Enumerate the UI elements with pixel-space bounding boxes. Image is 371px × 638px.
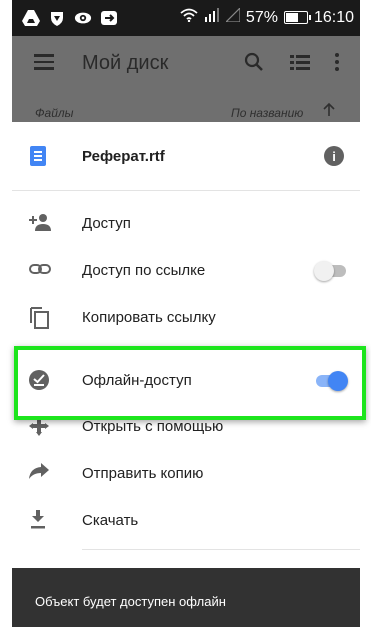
list-view-icon[interactable] bbox=[290, 54, 310, 77]
link-icon bbox=[28, 259, 52, 281]
document-icon bbox=[30, 146, 46, 166]
snackbar: Объект будет доступен офлайн bbox=[12, 568, 360, 627]
device-frame: 57% 16:10 Мой диск Файлы По названию Реф… bbox=[0, 0, 371, 638]
menu-item-label: Открыть с помощью bbox=[82, 418, 224, 435]
shield-icon bbox=[48, 9, 66, 27]
status-bar: 57% 16:10 bbox=[12, 0, 360, 36]
menu-item-share[interactable]: Доступ bbox=[12, 200, 360, 246]
phone-screen: 57% 16:10 Мой диск Файлы По названию Реф… bbox=[12, 0, 360, 627]
wifi-icon bbox=[180, 8, 198, 27]
menu-icon[interactable] bbox=[34, 54, 54, 72]
menu-item-label: Копировать ссылку bbox=[82, 309, 216, 326]
status-right: 57% 16:10 bbox=[180, 6, 354, 27]
drive-icon bbox=[22, 9, 40, 27]
snackbar-text: Объект будет доступен офлайн bbox=[35, 594, 226, 609]
clock: 16:10 bbox=[313, 8, 354, 26]
eye-icon bbox=[74, 9, 92, 27]
menu-item-copy-link[interactable]: Копировать ссылку bbox=[12, 294, 360, 340]
sort-row: Файлы По названию bbox=[12, 92, 360, 122]
file-name: Реферат.rtf bbox=[82, 148, 165, 165]
person-add-icon bbox=[28, 212, 52, 234]
sort-by-name[interactable]: По названию bbox=[231, 106, 303, 120]
menu-item-label: Доступ bbox=[82, 215, 131, 232]
menu-item-send-copy[interactable]: Отправить копию bbox=[12, 450, 360, 496]
cast-icon bbox=[100, 9, 118, 27]
signal-icon bbox=[204, 8, 220, 27]
offline-check-icon bbox=[28, 369, 52, 391]
menu-item-label: Офлайн-доступ bbox=[82, 372, 192, 389]
menu-item-label: Отправить копию bbox=[82, 465, 204, 482]
status-left-icons bbox=[22, 9, 118, 27]
file-header: Реферат.rtf i bbox=[12, 122, 360, 191]
search-icon[interactable] bbox=[244, 52, 264, 77]
offline-toggle[interactable] bbox=[314, 371, 348, 391]
app-bar: Мой диск bbox=[12, 36, 360, 92]
share-arrow-icon bbox=[28, 462, 52, 484]
link-sharing-toggle[interactable] bbox=[314, 261, 346, 281]
battery-percent: 57% bbox=[245, 8, 278, 26]
download-icon bbox=[28, 509, 52, 531]
battery-icon bbox=[283, 11, 311, 24]
signal-empty-icon bbox=[224, 6, 241, 27]
menu-item-label: Скачать bbox=[82, 512, 139, 529]
menu-item-offline[interactable]: Офлайн-доступ bbox=[12, 357, 360, 403]
copy-icon bbox=[28, 306, 52, 329]
info-icon[interactable]: i bbox=[324, 146, 344, 166]
menu-item-open-with[interactable]: Открыть с помощью bbox=[12, 403, 360, 449]
open-with-icon bbox=[28, 415, 52, 437]
arrow-up-icon[interactable] bbox=[323, 102, 335, 119]
page-title: Мой диск bbox=[82, 52, 169, 74]
menu-item-download[interactable]: Скачать bbox=[12, 497, 360, 543]
action-sheet: Реферат.rtf i Доступ Доступ по ссылке Ко… bbox=[12, 122, 360, 582]
sheet-divider bbox=[82, 549, 360, 550]
menu-item-label: Доступ по ссылке bbox=[82, 262, 206, 279]
menu-item-link-sharing[interactable]: Доступ по ссылке bbox=[12, 247, 360, 293]
more-vert-icon[interactable] bbox=[334, 52, 340, 77]
files-label: Файлы bbox=[35, 106, 74, 120]
